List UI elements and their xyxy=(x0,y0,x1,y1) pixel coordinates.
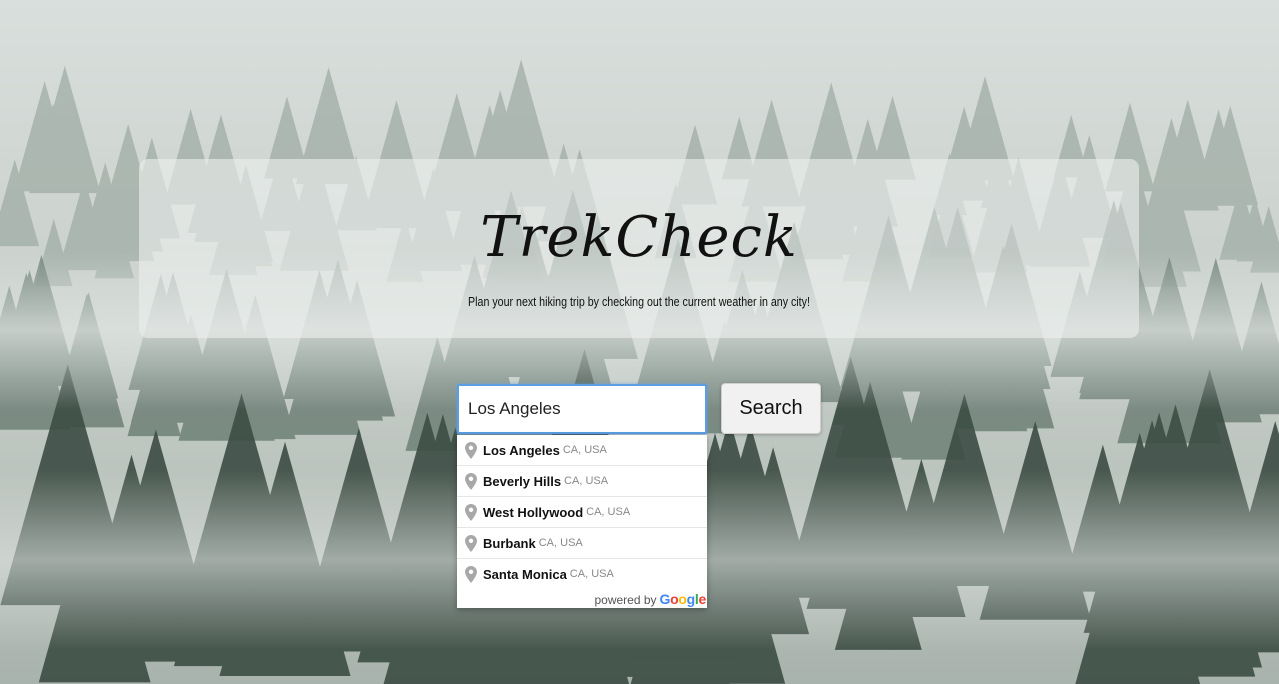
city-search-input[interactable] xyxy=(457,384,707,434)
location-pin-icon xyxy=(465,534,477,552)
google-logo-letter: e xyxy=(698,591,707,607)
powered-by-label: powered by xyxy=(594,593,657,607)
autocomplete-list: Los Angeles CA, USA Beverly Hills CA, USA We… xyxy=(457,435,707,589)
autocomplete-dropdown: Los Angeles CA, USA Beverly Hills CA, USA We… xyxy=(457,435,707,608)
autocomplete-item[interactable]: West Hollywood CA, USA xyxy=(457,496,707,527)
autocomplete-secondary-text: CA, USA xyxy=(569,568,614,580)
autocomplete-main-text: Santa Monica xyxy=(483,566,567,582)
autocomplete-item[interactable]: Los Angeles CA, USA xyxy=(457,435,707,465)
google-logo-letter: g xyxy=(686,591,696,607)
autocomplete-item[interactable]: Beverly Hills CA, USA xyxy=(457,465,707,496)
location-pin-icon xyxy=(465,565,477,583)
location-pin-icon xyxy=(465,472,477,490)
autocomplete-main-text: Beverly Hills xyxy=(483,473,562,489)
autocomplete-item[interactable]: Santa Monica CA, USA xyxy=(457,558,707,589)
google-logo-letter: G xyxy=(659,591,671,607)
autocomplete-secondary-text: CA, USA xyxy=(538,537,583,549)
autocomplete-secondary-text: CA, USA xyxy=(564,475,609,487)
hero-panel: TrekCheck Plan your next hiking trip by … xyxy=(139,159,1139,338)
google-logo: Google xyxy=(659,591,707,607)
powered-by-google: powered by Google xyxy=(594,591,706,607)
autocomplete-main-text: West Hollywood xyxy=(483,504,584,520)
google-logo-letter: o xyxy=(678,591,687,607)
tagline: Plan your next hiking trip by checking o… xyxy=(468,294,810,309)
autocomplete-secondary-text: CA, USA xyxy=(562,444,607,456)
autocomplete-item[interactable]: Burbank CA, USA xyxy=(457,527,707,558)
autocomplete-main-text: Burbank xyxy=(483,535,536,551)
app-title: TrekCheck xyxy=(480,205,798,270)
search-button[interactable]: Search xyxy=(721,383,821,434)
location-pin-icon xyxy=(465,441,477,459)
location-pin-icon xyxy=(465,503,477,521)
autocomplete-secondary-text: CA, USA xyxy=(586,506,631,518)
autocomplete-main-text: Los Angeles xyxy=(483,442,560,458)
